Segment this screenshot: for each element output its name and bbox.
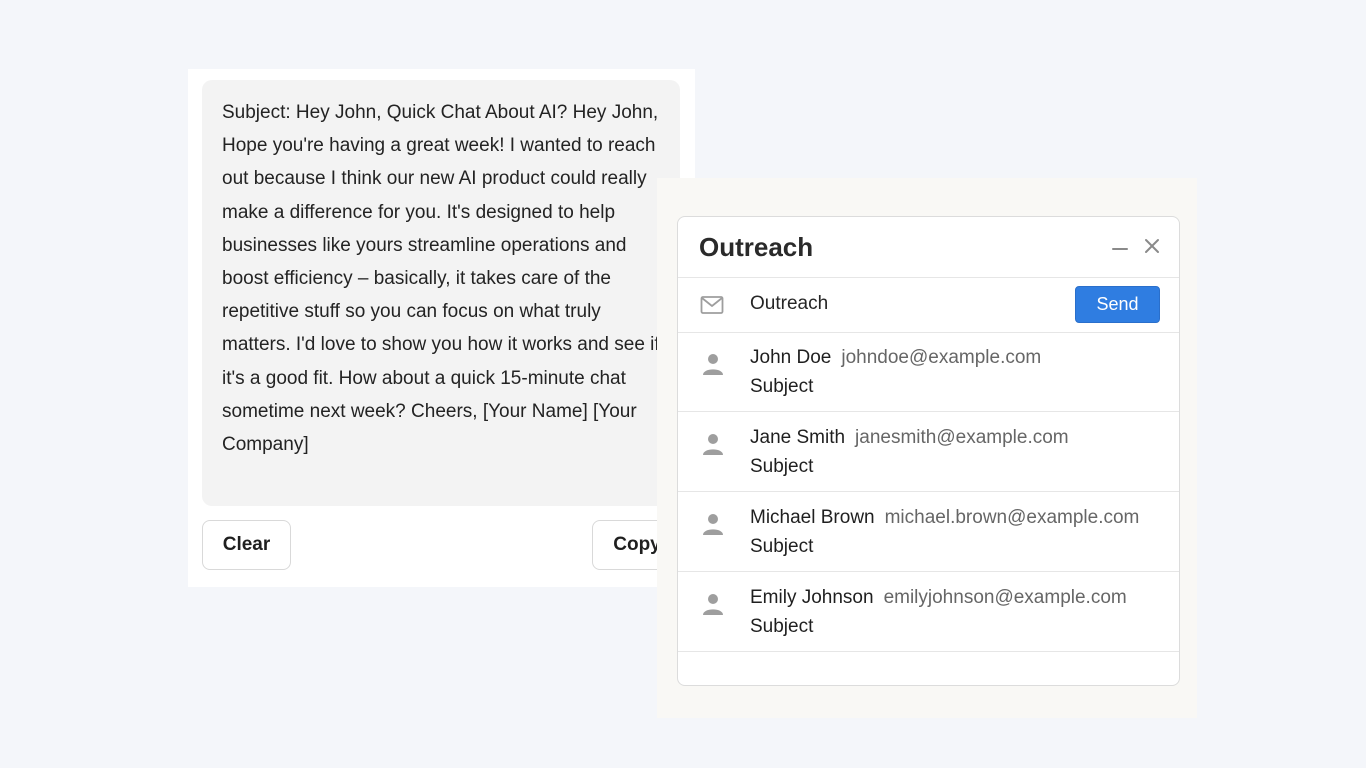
person-icon — [703, 434, 723, 455]
outreach-panel-backdrop: Outreach Outreach Send John Doe johndoe@… — [657, 178, 1197, 718]
outreach-window: Outreach Outreach Send John Doe johndoe@… — [677, 216, 1180, 686]
contact-info: John Doe johndoe@example.com — [750, 346, 1041, 370]
email-generator-panel: Subject: Hey John, Quick Chat About AI? … — [188, 69, 695, 587]
generated-email-text[interactable]: Subject: Hey John, Quick Chat About AI? … — [202, 80, 680, 506]
contact-list: John Doe johndoe@example.com Subject Jane… — [678, 332, 1179, 652]
contact-subject: Subject — [750, 376, 814, 397]
contact-row[interactable]: Emily Johnson emilyjohnson@example.com Su… — [678, 572, 1179, 652]
clear-button[interactable]: Clear — [202, 520, 291, 570]
window-title: Outreach — [699, 232, 814, 262]
contact-name: John Doe — [750, 347, 832, 368]
compose-label: Outreach — [750, 293, 829, 314]
contact-email: emilyjohnson@example.com — [883, 587, 1127, 608]
contact-info: Michael Brown michael.brown@example.com — [750, 506, 1139, 530]
person-icon — [703, 354, 723, 375]
send-button[interactable]: Send — [1075, 286, 1160, 323]
minimize-icon[interactable] — [1107, 233, 1133, 259]
contact-email: janesmith@example.com — [855, 427, 1069, 448]
contact-row[interactable]: Jane Smith janesmith@example.com Subject — [678, 412, 1179, 492]
person-icon — [703, 594, 723, 615]
compose-row: Outreach Send — [678, 277, 1179, 333]
mail-icon — [700, 296, 724, 314]
contact-subject: Subject — [750, 536, 814, 557]
contact-name: Jane Smith — [750, 427, 846, 448]
contact-info: Jane Smith janesmith@example.com — [750, 426, 1069, 450]
contact-subject: Subject — [750, 456, 814, 477]
contact-email: michael.brown@example.com — [884, 507, 1140, 528]
contact-name: Michael Brown — [750, 507, 875, 528]
contact-info: Emily Johnson emilyjohnson@example.com — [750, 586, 1127, 610]
contact-email: johndoe@example.com — [841, 347, 1042, 368]
contact-row[interactable]: John Doe johndoe@example.com Subject — [678, 332, 1179, 412]
close-icon[interactable] — [1139, 233, 1165, 259]
contact-subject: Subject — [750, 616, 814, 637]
window-header: Outreach — [678, 217, 1179, 278]
contact-row[interactable]: Michael Brown michael.brown@example.com S… — [678, 492, 1179, 572]
contact-name: Emily Johnson — [750, 587, 874, 608]
person-icon — [703, 514, 723, 535]
